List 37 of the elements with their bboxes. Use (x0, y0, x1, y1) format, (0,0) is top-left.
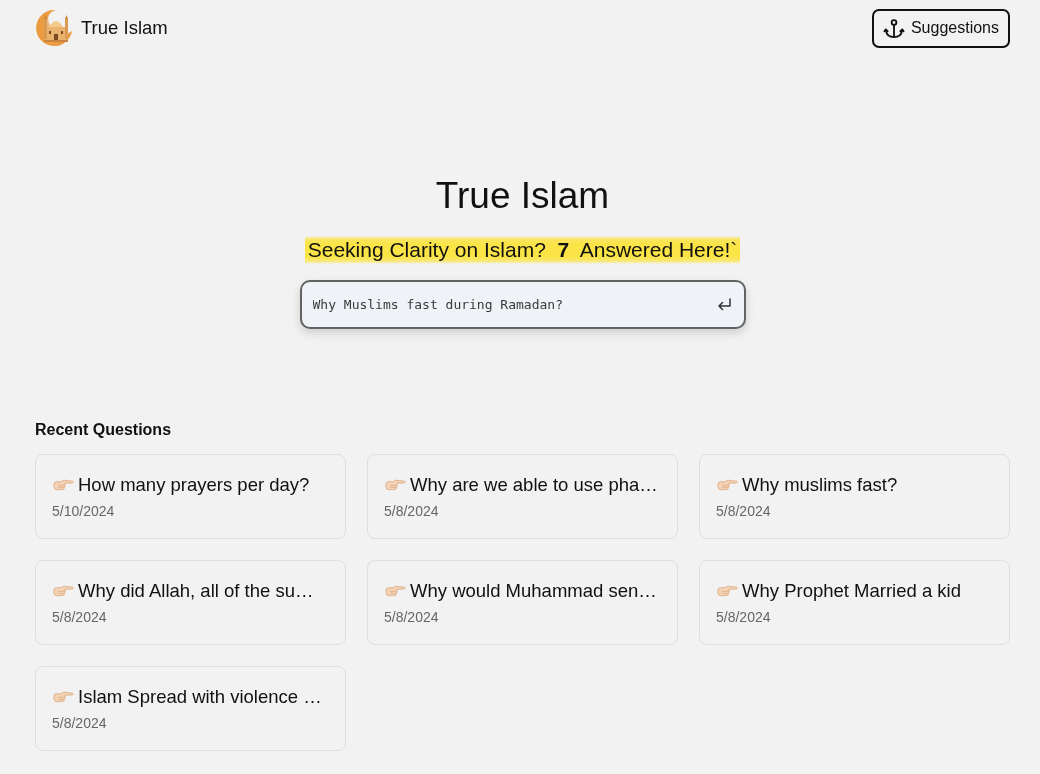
question-date: 5/8/2024 (384, 503, 439, 520)
question-card[interactable]: How many prayers per day? 5/10/2024 (35, 454, 346, 539)
question-title: Why did Allah, all of the su… (78, 580, 314, 602)
question-card[interactable]: Why are we able to use pha… 5/8/2024 (367, 454, 678, 539)
section-heading: Recent Questions (35, 420, 172, 440)
pointing-hand-icon (52, 690, 75, 704)
pointing-hand-icon (52, 478, 75, 492)
question-card[interactable]: Why muslims fast? 5/8/2024 (699, 454, 1010, 539)
crescent-mosque-logo-icon[interactable] (35, 9, 73, 47)
logo-text[interactable]: True Islam (81, 17, 168, 39)
tagline-text: Seeking Clarity on Islam? 7 Answered Here!` (304, 236, 741, 264)
question-date: 5/8/2024 (52, 609, 107, 626)
question-date: 5/8/2024 (716, 609, 771, 626)
suggestions-button[interactable]: Suggestions (871, 8, 1010, 48)
question-card[interactable]: Why did Allah, all of the su… 5/8/2024 (35, 560, 346, 645)
anchor-icon (882, 17, 905, 39)
question-title: Why would Muhammad sen… (410, 580, 657, 602)
enter-key-icon[interactable] (716, 298, 731, 311)
question-title: Why muslims fast? (742, 474, 898, 496)
question-title: Why are we able to use pha… (410, 474, 658, 496)
question-date: 5/8/2024 (716, 503, 771, 520)
question-date: 5/8/2024 (52, 715, 107, 732)
pointing-hand-icon (716, 478, 739, 492)
pointing-hand-icon (716, 584, 739, 598)
pointing-hand-icon (52, 584, 75, 598)
question-title: How many prayers per day? (78, 474, 310, 496)
question-card[interactable]: Why would Muhammad sen… 5/8/2024 (367, 560, 678, 645)
page-title: True Islam (435, 174, 610, 218)
question-card[interactable]: Islam Spread with violence … 5/8/2024 (35, 666, 346, 751)
pointing-hand-icon (384, 584, 407, 598)
question-input-field[interactable]: Why Muslims fast during Ramadan? (299, 280, 746, 329)
question-title: Islam Spread with violence … (78, 686, 322, 708)
question-title: Why Prophet Married a kid (742, 580, 961, 602)
pointing-hand-icon (384, 478, 407, 492)
question-date: 5/8/2024 (384, 609, 439, 626)
question-date: 5/10/2024 (52, 503, 115, 520)
question-card[interactable]: Why Prophet Married a kid 5/8/2024 (699, 560, 1010, 645)
